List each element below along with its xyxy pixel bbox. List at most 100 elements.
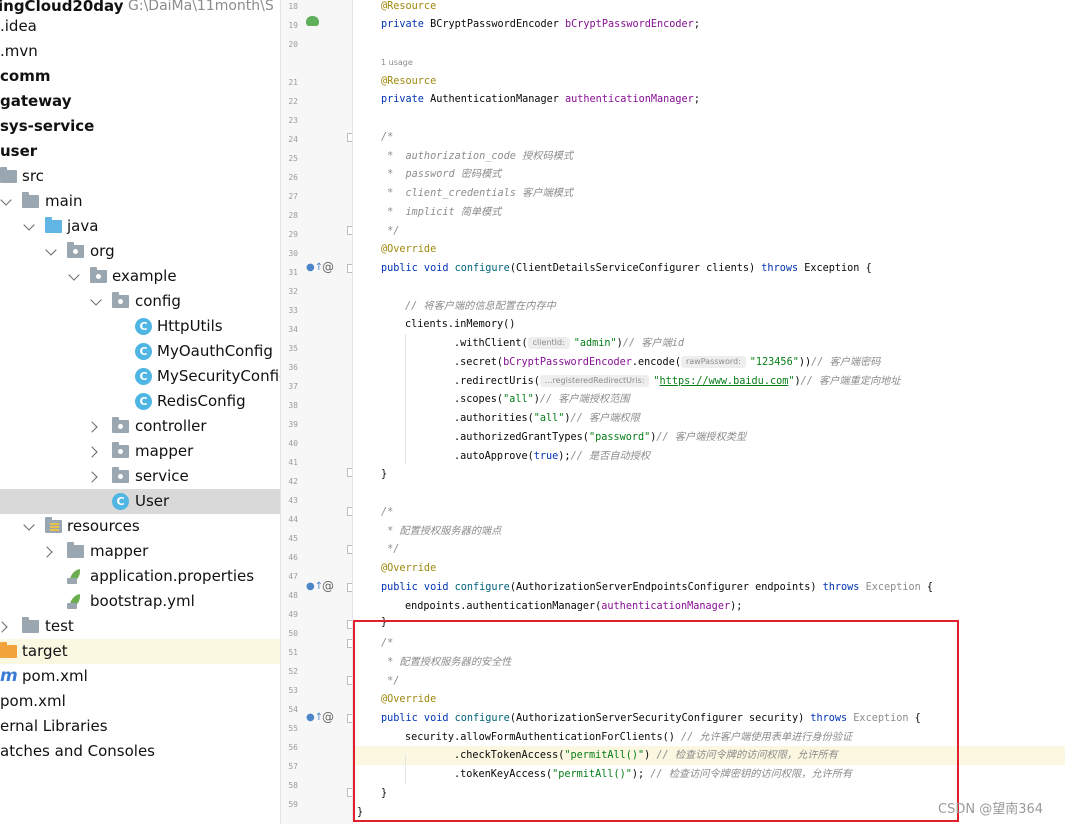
code-line-60[interactable]: } bbox=[357, 803, 363, 822]
code-line-58[interactable]: .tokenKeyAccess("permitAll()"); // 检查访问令… bbox=[454, 765, 852, 784]
code-line-53[interactable]: */ bbox=[381, 672, 399, 691]
chevron-down-icon[interactable] bbox=[45, 244, 57, 256]
tree-item-gateway[interactable]: gateway bbox=[0, 89, 280, 114]
line-number: 40 bbox=[288, 439, 298, 448]
chevron-right-icon[interactable] bbox=[86, 471, 98, 483]
code-line-19[interactable]: private BCryptPasswordEncoder bCryptPass… bbox=[381, 15, 700, 34]
tree-item-root-pom[interactable]: pom.xml bbox=[0, 689, 280, 714]
url-link[interactable]: https://www.baidu.com bbox=[660, 376, 789, 387]
chevron-right-icon[interactable] bbox=[0, 621, 8, 633]
chevron-down-icon[interactable] bbox=[23, 519, 35, 531]
override-marker-icon[interactable]: ●↑ bbox=[306, 581, 323, 592]
package-icon bbox=[112, 292, 129, 308]
tree-item-sys-service[interactable]: sys-service bbox=[0, 114, 280, 139]
code-line-41[interactable]: .autoApprove(true);// 是否自动授权 bbox=[454, 447, 650, 466]
maven-icon: m bbox=[0, 666, 18, 686]
tree-item-user-class[interactable]: C User bbox=[0, 489, 280, 514]
tree-item-java[interactable]: java bbox=[0, 214, 280, 239]
override-marker-icon[interactable]: ●↑ bbox=[306, 712, 323, 723]
chevron-down-icon[interactable] bbox=[23, 219, 35, 231]
code-line-40[interactable]: .authorizedGrantTypes("password")// 客户端授… bbox=[454, 428, 746, 447]
tree-item-org[interactable]: org bbox=[0, 239, 280, 264]
code-line-52[interactable]: * 配置授权服务器的安全性 bbox=[381, 653, 511, 672]
code-line-46[interactable]: */ bbox=[381, 540, 399, 559]
code-line-39[interactable]: .authorities("all")// 客户端权限 bbox=[454, 409, 640, 428]
code-line-35[interactable]: .withClient(clientId: "admin")// 客户端id bbox=[454, 334, 684, 353]
folder-icon bbox=[22, 617, 39, 633]
code-line-36[interactable]: .secret(bCryptPasswordEncoder.encode(raw… bbox=[454, 353, 880, 372]
code-line-44[interactable]: /* bbox=[381, 503, 393, 522]
code-line-24[interactable]: /* bbox=[381, 128, 393, 147]
package-icon bbox=[67, 242, 84, 258]
code-line-45[interactable]: * 配置授权服务器的端点 bbox=[381, 522, 501, 541]
tree-item-scratches[interactable]: atches and Consoles bbox=[0, 739, 280, 764]
tree-item-redisconfig[interactable]: C RedisConfig bbox=[0, 389, 280, 414]
tree-item-mysecurityconfig[interactable]: C MySecurityConfig bbox=[0, 364, 280, 389]
class-icon: C bbox=[135, 368, 152, 385]
code-line-29[interactable]: */ bbox=[381, 222, 399, 241]
code-line-21[interactable]: @Resource bbox=[381, 72, 436, 91]
line-number: 46 bbox=[288, 553, 298, 562]
tree-item-example[interactable]: example bbox=[0, 264, 280, 289]
code-line-51[interactable]: /* bbox=[381, 634, 393, 653]
spring-bean-icon[interactable] bbox=[306, 16, 319, 26]
code-line-33[interactable]: // 将客户端的信息配置在内存中 bbox=[405, 297, 556, 316]
code-line-37[interactable]: .redirectUris(...registeredRedirectUris:… bbox=[454, 372, 901, 391]
chevron-down-icon[interactable] bbox=[0, 194, 12, 206]
tree-item-myoauthconfig[interactable]: C MyOauthConfig bbox=[0, 339, 280, 364]
tree-item-module-pom[interactable]: m pom.xml bbox=[0, 664, 280, 689]
override-marker-icon[interactable]: ●↑ bbox=[306, 262, 323, 273]
tree-item-target[interactable]: target bbox=[0, 639, 280, 664]
tree-item-external-libraries[interactable]: ernal Libraries bbox=[0, 714, 280, 739]
tree-item-httputils[interactable]: C HttpUtils bbox=[0, 314, 280, 339]
tree-item-resources-mapper[interactable]: mapper bbox=[0, 539, 280, 564]
tree-item-user[interactable]: user bbox=[0, 139, 280, 164]
tree-item-test[interactable]: test bbox=[0, 614, 280, 639]
line-number: 20 bbox=[288, 40, 298, 49]
code-line-57[interactable]: .checkTokenAccess("permitAll()") // 检查访问… bbox=[454, 746, 838, 765]
tree-item-controller[interactable]: controller bbox=[0, 414, 280, 439]
tree-item-main[interactable]: main bbox=[0, 189, 280, 214]
chevron-right-icon[interactable] bbox=[86, 421, 98, 433]
code-line-27[interactable]: * client_credentials 客户端模式 bbox=[381, 184, 573, 203]
tree-item-service[interactable]: service bbox=[0, 464, 280, 489]
chevron-down-icon[interactable] bbox=[68, 269, 80, 281]
code-line-26[interactable]: * password 密码模式 bbox=[381, 165, 501, 184]
param-hint: ...registeredRedirectUris: bbox=[539, 375, 650, 387]
editor-gutter[interactable]: 18 19 20 21 22 23 24 25 26 27 28 29 30 3… bbox=[281, 0, 356, 824]
code-line-55[interactable]: public void configure(AuthorizationServe… bbox=[381, 709, 921, 728]
chevron-right-icon[interactable] bbox=[86, 446, 98, 458]
tree-item-resources[interactable]: resources bbox=[0, 514, 280, 539]
code-line-56[interactable]: security.allowFormAuthenticationForClien… bbox=[405, 728, 852, 747]
code-line-31[interactable]: public void configure(ClientDetailsServi… bbox=[381, 259, 872, 278]
code-line-22[interactable]: private AuthenticationManager authentica… bbox=[381, 90, 700, 109]
tree-item-application-properties[interactable]: application.properties bbox=[0, 564, 280, 589]
code-line-34[interactable]: clients.inMemory() bbox=[405, 315, 515, 334]
tree-item-src[interactable]: src bbox=[0, 164, 280, 189]
code-line-28[interactable]: * implicit 简单模式 bbox=[381, 203, 501, 222]
code-line-50[interactable]: } bbox=[381, 613, 387, 632]
code-line-38[interactable]: .scopes("all")// 客户端授权范围 bbox=[454, 390, 630, 409]
code-line-18[interactable]: @Resource bbox=[381, 0, 436, 16]
code-line-25[interactable]: * authorization_code 授权码模式 bbox=[381, 147, 573, 166]
tree-item-comm[interactable]: comm bbox=[0, 64, 280, 89]
chevron-right-icon[interactable] bbox=[41, 546, 53, 558]
package-icon bbox=[112, 442, 129, 458]
tree-item-config[interactable]: config bbox=[0, 289, 280, 314]
usage-hint[interactable]: 1 usage bbox=[381, 58, 413, 67]
code-line-47[interactable]: @Override bbox=[381, 559, 436, 578]
project-tree[interactable]: ingCloud20day G:\DaiMa\11month\S .idea .… bbox=[0, 0, 281, 824]
tree-item-bootstrap-yml[interactable]: bootstrap.yml bbox=[0, 589, 280, 614]
chevron-down-icon[interactable] bbox=[90, 294, 102, 306]
code-line-59[interactable]: } bbox=[381, 784, 387, 803]
folder-icon bbox=[22, 192, 39, 208]
tree-item-mvn[interactable]: .mvn bbox=[0, 39, 280, 64]
code-line-30[interactable]: @Override bbox=[381, 240, 436, 259]
tree-item-mapper[interactable]: mapper bbox=[0, 439, 280, 464]
code-line-54[interactable]: @Override bbox=[381, 690, 436, 709]
code-line-48[interactable]: public void configure(AuthorizationServe… bbox=[381, 578, 933, 597]
code-line-49[interactable]: endpoints.authenticationManager(authenti… bbox=[405, 597, 742, 616]
tree-item-idea[interactable]: .idea bbox=[0, 14, 280, 39]
code-editor[interactable]: @Resource private BCryptPasswordEncoder … bbox=[352, 0, 1065, 824]
code-line-42[interactable]: } bbox=[381, 465, 387, 484]
